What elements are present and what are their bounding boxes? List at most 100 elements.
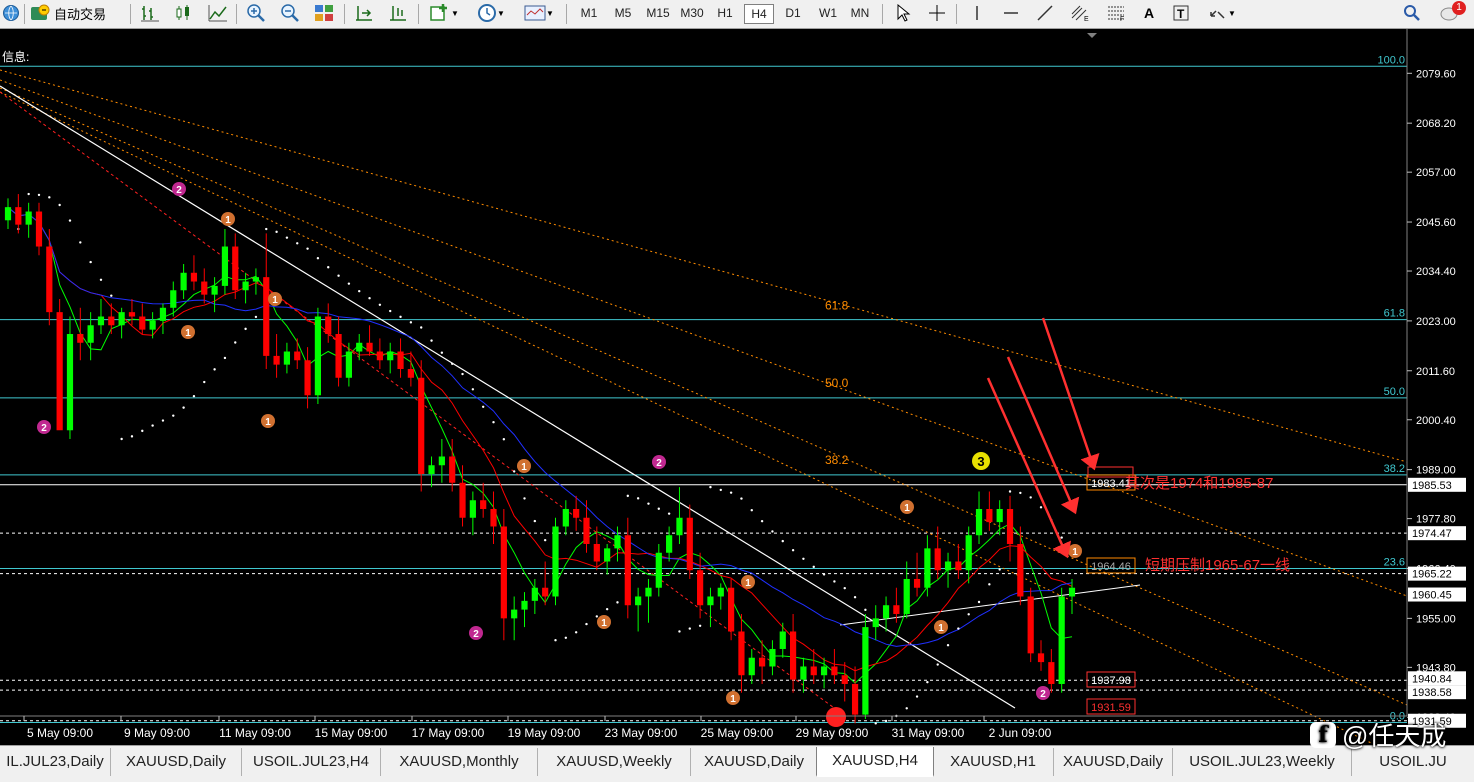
chart-shift-icon[interactable] bbox=[352, 3, 376, 23]
sar-dot bbox=[771, 530, 774, 533]
candle-body bbox=[170, 290, 177, 308]
price-level-tag: 1938.58 bbox=[1408, 685, 1466, 700]
sar-dot bbox=[626, 494, 630, 498]
sar-dot bbox=[203, 380, 206, 384]
sar-dot bbox=[99, 278, 103, 281]
candle-body bbox=[325, 316, 332, 335]
sar-dot bbox=[89, 260, 92, 264]
trendline-icon[interactable] bbox=[1034, 3, 1056, 23]
price-tick-label: 2045.60 bbox=[1416, 217, 1456, 229]
candle-body bbox=[242, 281, 249, 291]
text-label-icon[interactable]: T bbox=[1170, 3, 1192, 23]
zoom-in-icon[interactable] bbox=[244, 3, 268, 23]
chart-tab[interactable]: XAUUSD,Monthly bbox=[381, 748, 538, 776]
sar-dot bbox=[347, 282, 351, 285]
fibonacci-icon[interactable]: F bbox=[1104, 3, 1128, 23]
periods-button[interactable]: ▼ bbox=[472, 3, 510, 23]
autoscroll-icon[interactable] bbox=[386, 3, 410, 23]
indicators-button[interactable]: ▼ bbox=[426, 3, 462, 23]
chart-tab[interactable]: USOIL.JUL23,H4 bbox=[242, 748, 381, 776]
candle-body bbox=[655, 552, 662, 588]
sar-dot bbox=[1039, 506, 1043, 509]
sar-dot bbox=[554, 639, 557, 642]
price-level-tag-text: 1974.47 bbox=[1412, 528, 1452, 540]
equidistant-channel-icon[interactable]: E bbox=[1068, 3, 1092, 23]
chevron-down-icon: ▼ bbox=[1228, 8, 1236, 18]
arrows-button[interactable]: ▼ bbox=[1204, 3, 1240, 23]
search-icon[interactable] bbox=[1400, 3, 1424, 23]
timeframe-mn[interactable]: MN bbox=[846, 4, 874, 22]
bar-chart-icon[interactable] bbox=[138, 3, 162, 23]
candle-body bbox=[738, 631, 745, 676]
templates-button[interactable]: ▼ bbox=[520, 3, 558, 23]
price-chart[interactable]: 100.061.850.038.223.60.0 61.850.038.2 21… bbox=[0, 29, 1474, 745]
chart-tab[interactable]: XAUUSD,Weekly bbox=[538, 748, 691, 776]
wave-label-text: 1 bbox=[601, 618, 607, 629]
candle-body bbox=[108, 316, 115, 326]
price-level-tag-text: 1965.22 bbox=[1412, 569, 1452, 581]
sar-dot bbox=[327, 266, 330, 269]
candle-body bbox=[965, 535, 972, 571]
text-icon[interactable]: A bbox=[1138, 3, 1160, 23]
timeframe-m15[interactable]: M15 bbox=[642, 4, 674, 22]
horizontal-line-icon[interactable] bbox=[1000, 3, 1022, 23]
sar-dot bbox=[182, 406, 185, 409]
sar-dot bbox=[843, 586, 846, 590]
candle-body bbox=[748, 657, 755, 676]
wave-label-text: 1 bbox=[938, 623, 944, 634]
candle-body bbox=[221, 246, 229, 286]
candle-body bbox=[304, 360, 311, 396]
candle-body bbox=[573, 508, 580, 518]
candle-body bbox=[87, 325, 94, 343]
chart-tab[interactable]: XAUUSD,Daily bbox=[1054, 748, 1173, 776]
sar-dot bbox=[864, 608, 867, 612]
sar-dot bbox=[874, 722, 877, 725]
timeframe-d1[interactable]: D1 bbox=[780, 4, 806, 22]
candle-body bbox=[614, 535, 621, 549]
candle-body bbox=[779, 631, 786, 649]
chart-tabs-bar: IL.JUL23,Daily XAUUSD,Daily USOIL.JUL23,H4… bbox=[0, 745, 1474, 782]
notifications-button[interactable]: 1 bbox=[1436, 1, 1466, 23]
chart-tab[interactable]: XAUUSD,Daily bbox=[111, 748, 242, 776]
timeframe-h4[interactable]: H4 bbox=[744, 4, 774, 24]
zoom-out-icon[interactable] bbox=[278, 3, 302, 23]
svg-text:F: F bbox=[1120, 16, 1124, 22]
tile-windows-icon[interactable] bbox=[312, 3, 336, 23]
wave-label-text: 1 bbox=[730, 694, 736, 705]
candlestick-icon[interactable] bbox=[172, 3, 196, 23]
time-tick-label: 25 May 09:00 bbox=[701, 726, 774, 740]
price-box-text: 1964.46 bbox=[1091, 561, 1131, 573]
candle-body bbox=[449, 456, 456, 483]
annotation-text-1: 其次是1974和1985-87 bbox=[1125, 475, 1273, 492]
chart-tab[interactable]: XAUUSD,H4 bbox=[816, 747, 934, 777]
sar-dot bbox=[430, 339, 433, 342]
vertical-line-icon[interactable] bbox=[966, 3, 988, 23]
timeframe-w1[interactable]: W1 bbox=[814, 4, 842, 22]
sar-dot bbox=[285, 236, 289, 239]
wave-label: 2 bbox=[37, 420, 51, 434]
candle bbox=[56, 299, 63, 431]
wave-label: 1 bbox=[597, 615, 611, 629]
candle-body bbox=[469, 500, 476, 518]
cursor-icon[interactable] bbox=[892, 3, 914, 23]
chart-tab[interactable]: IL.JUL23,Daily bbox=[0, 748, 111, 776]
sar-dot bbox=[368, 296, 371, 300]
candle-body bbox=[500, 526, 507, 619]
timeframe-h1[interactable]: H1 bbox=[712, 4, 738, 22]
timeframe-m5[interactable]: M5 bbox=[610, 4, 636, 22]
globe-icon[interactable] bbox=[2, 3, 20, 23]
line-chart-icon[interactable] bbox=[206, 3, 230, 23]
candle-body bbox=[789, 631, 797, 680]
chart-tab[interactable]: XAUUSD,H1 bbox=[933, 748, 1054, 776]
chart-tab[interactable]: XAUUSD,Daily bbox=[691, 748, 818, 776]
candle-body bbox=[1037, 653, 1045, 663]
candle-body bbox=[397, 351, 404, 370]
candle-body bbox=[4, 207, 12, 221]
wave-label: 1 bbox=[268, 292, 282, 306]
auto-trading-button[interactable]: 自动交易 bbox=[30, 3, 124, 23]
fib-level-label: 100.0 bbox=[1377, 54, 1405, 66]
timeframe-m1[interactable]: M1 bbox=[576, 4, 602, 22]
crosshair-icon[interactable] bbox=[926, 3, 948, 23]
candle-body bbox=[149, 320, 156, 330]
timeframe-m30[interactable]: M30 bbox=[676, 4, 708, 22]
